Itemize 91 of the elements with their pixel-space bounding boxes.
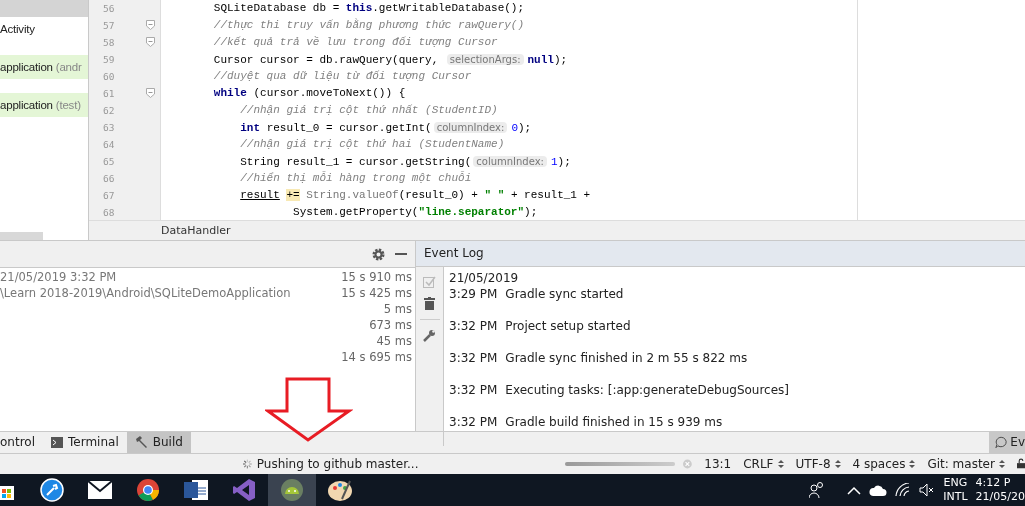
log-date: 21/05/2019	[449, 270, 520, 286]
log-message: Project setup started	[505, 318, 631, 334]
clock-time[interactable]: 4:12 P	[975, 476, 1011, 490]
checkbox-icon[interactable]	[423, 275, 436, 288]
scrollbar-thumb[interactable]	[0, 232, 43, 240]
code-line: //duyệt qua dữ liệu từ đối tượng Cursor	[212, 69, 473, 84]
module-type-label: (test)	[54, 99, 81, 111]
browser-icon	[137, 479, 159, 501]
log-message: Gradle build finished in 15 s 939 ms	[505, 414, 723, 430]
tool-window-tab[interactable]: Terminal	[43, 432, 127, 453]
wifi-icon[interactable]	[895, 483, 912, 497]
palette-icon	[328, 479, 352, 501]
code-line: //kết quả trả về lưu trong đối tượng Cursor	[212, 35, 499, 50]
build-duration: 5 ms	[383, 302, 412, 318]
spinner-icon	[243, 457, 252, 470]
line-number: 67	[102, 189, 116, 203]
speech-bubble-icon	[995, 435, 1008, 449]
module-type-label: (andr	[54, 61, 82, 73]
cloud-icon[interactable]	[869, 483, 888, 497]
caret-up-icon[interactable]	[847, 485, 862, 495]
log-time: 3:32 PM	[449, 382, 498, 398]
breadcrumb[interactable]: DataHandler	[89, 220, 1025, 240]
line-number: 60	[102, 70, 116, 84]
ribbon-icon	[233, 479, 255, 501]
code-line: result += String.valueOf(result_0) + " " + result_1 +	[239, 188, 592, 203]
log-time: 3:32 PM	[449, 350, 498, 366]
code-line: while (cursor.moveToNext()) {	[212, 86, 407, 101]
trash-icon[interactable]	[424, 297, 435, 310]
line-number: 66	[102, 172, 116, 186]
code-line: String result_1 = cursor.getString( columnIndex: 1);	[239, 155, 572, 170]
status-item[interactable]: 13:1	[704, 456, 732, 471]
log-message: Executing tasks: [:app:generateDebugSources]	[505, 382, 790, 398]
status-item[interactable]: CRLF	[743, 456, 784, 471]
status-item[interactable]: Git: master	[927, 456, 1005, 471]
status-item[interactable]: 4 spaces	[852, 456, 916, 471]
settings-icon[interactable]	[372, 247, 385, 261]
code-line: System.getProperty("line.separator");	[292, 205, 539, 220]
build-duration: 15 s 425 ms	[341, 286, 412, 302]
code-line: int result_0 = cursor.getInt( columnIndex: 0);	[239, 121, 533, 136]
project-tree-item[interactable]: application (test)	[0, 93, 88, 117]
wrench-icon[interactable]	[423, 329, 436, 342]
build-duration: 45 ms	[376, 334, 412, 350]
status-item[interactable]: UTF-8	[795, 456, 841, 471]
tool-window-tab[interactable]: ontrol	[0, 432, 43, 453]
keyboard-layout[interactable]: INTL	[943, 490, 968, 504]
code-line: //hiển thị mỗi hàng trong một chuỗi	[239, 170, 473, 186]
build-output-text: \Learn 2018-2019\Android\SQLiteDemoApplication	[0, 286, 291, 302]
tool-window-tab[interactable]: Ev	[989, 432, 1025, 453]
line-number: 61	[102, 87, 116, 101]
fold-marker-icon[interactable]	[145, 37, 155, 48]
volume-muted-icon[interactable]	[919, 483, 936, 497]
line-number: 62	[102, 104, 116, 118]
document-icon	[184, 479, 208, 501]
code-line: //nhận giá trị cột thứ nhất (StudentID)	[239, 103, 499, 118]
project-tree-item[interactable]: Activity	[0, 17, 88, 41]
code-line: SQLiteDatabase db = this.getWritableDatabase();	[212, 1, 526, 16]
fold-marker-icon[interactable]	[145, 88, 155, 99]
line-number: 58	[102, 36, 116, 50]
panel-title: Event Log	[416, 241, 1025, 267]
log-time: 3:32 PM	[449, 414, 498, 430]
robot-head-icon	[280, 478, 304, 502]
wrench-icon	[40, 478, 64, 502]
build-duration: 673 ms	[369, 318, 412, 334]
clock-date[interactable]: 21/05/20	[975, 490, 1025, 504]
project-tree-item[interactable]: application (andr	[0, 55, 88, 79]
input-language[interactable]: ENG	[943, 476, 968, 490]
build-duration: 14 s 695 ms	[341, 350, 412, 366]
log-time: 3:29 PM	[449, 286, 498, 302]
hammer-icon	[134, 436, 148, 449]
log-message: Gradle sync finished in 2 m 55 s 822 ms	[505, 350, 748, 366]
mail-icon	[88, 481, 112, 499]
line-number: 64	[102, 138, 116, 152]
build-duration: 15 s 910 ms	[341, 270, 412, 286]
fold-marker-icon[interactable]	[145, 20, 155, 31]
people-icon[interactable]	[809, 482, 826, 498]
terminal-icon	[51, 436, 63, 448]
status-message: Pushing to github master...	[256, 456, 419, 471]
code-line: //nhận giá trị cột thứ hai (StudentName)	[239, 137, 506, 152]
line-number: 57	[102, 19, 116, 33]
tool-window-tab[interactable]: Build	[126, 432, 191, 453]
code-line: //thực thi truy vấn bằng phương thức rawQuery()	[212, 17, 526, 33]
line-number: 68	[102, 206, 116, 220]
line-number: 65	[102, 155, 116, 169]
line-number: 63	[102, 121, 116, 135]
line-number: 59	[102, 53, 116, 67]
log-message: Gradle sync started	[505, 286, 624, 302]
code-line: Cursor cursor = db.rawQuery(query, selectionArgs: null);	[212, 53, 569, 68]
log-time: 3:32 PM	[449, 318, 498, 334]
line-number: 56	[102, 2, 116, 16]
lock-icon[interactable]	[1016, 457, 1025, 471]
build-output-text: 21/05/2019 3:32 PM	[0, 270, 117, 286]
